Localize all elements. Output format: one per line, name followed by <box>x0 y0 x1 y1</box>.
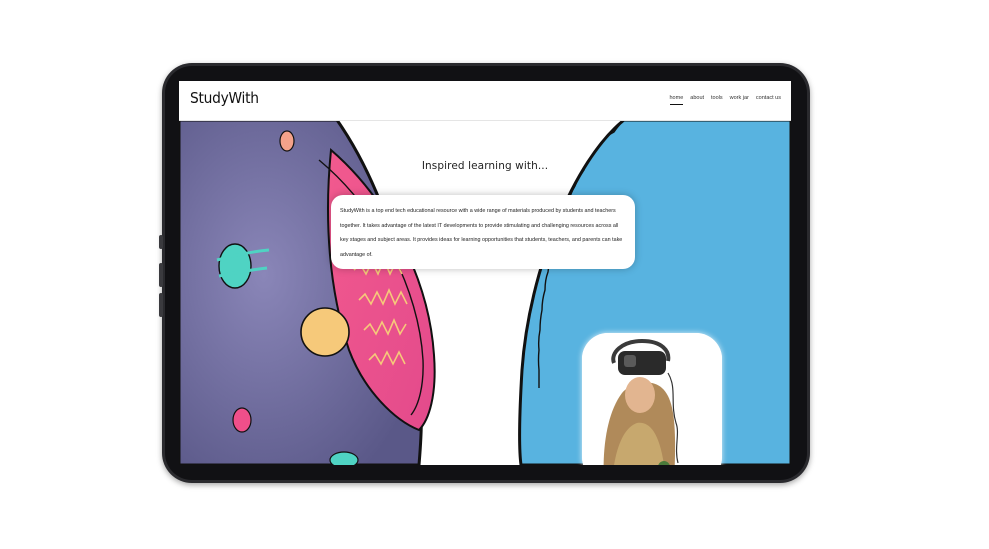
nav-item-work-jar[interactable]: work jar <box>730 95 749 105</box>
yellow-moon <box>300 307 350 357</box>
tablet-screen: StudyWith home about tools work jar cont… <box>179 81 791 465</box>
main-nav: home about tools work jar contact us <box>669 95 781 105</box>
vr-photo-illustration <box>582 333 722 465</box>
teal-bottom-planet <box>329 451 359 465</box>
tablet-frame: StudyWith home about tools work jar cont… <box>159 63 810 483</box>
nav-item-tools[interactable]: tools <box>711 95 723 105</box>
small-planet-orange <box>279 130 295 152</box>
pink-small-planet <box>232 407 252 433</box>
teal-planet <box>218 243 252 289</box>
nav-item-contact-us[interactable]: contact us <box>756 95 781 105</box>
top-navbar: StudyWith home about tools work jar cont… <box>179 81 791 121</box>
site-logo[interactable]: StudyWith <box>190 89 259 107</box>
description-text: StudyWith is a top end tech educational … <box>340 208 623 258</box>
tablet-button <box>159 263 163 287</box>
hero-section: Inspired learning with... StudyWith is a… <box>179 120 791 465</box>
vr-headset-student-image <box>582 333 722 465</box>
tablet-button <box>159 293 163 317</box>
hero-headline: Inspired learning with... <box>421 160 549 172</box>
nav-item-about[interactable]: about <box>690 95 704 105</box>
nav-item-home[interactable]: home <box>669 95 684 105</box>
description-card: StudyWith is a top end tech educational … <box>331 195 635 269</box>
tablet-button <box>159 235 163 249</box>
